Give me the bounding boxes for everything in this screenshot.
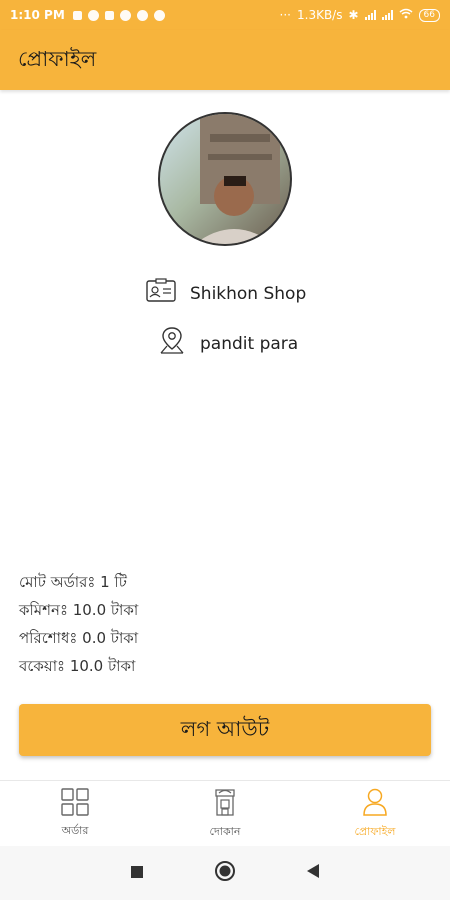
app-bar: প্রোফাইল	[0, 30, 450, 90]
bluetooth-icon: ✱	[348, 8, 359, 22]
shop-name-row: Shikhon Shop	[146, 278, 306, 309]
id-card-icon	[146, 278, 176, 309]
circle-icon	[153, 9, 165, 21]
nav-tab-orders[interactable]: অর্ডার	[0, 781, 150, 847]
nav-tab-profile[interactable]: প্রোফাইল	[300, 781, 450, 847]
due-amount: বকেয়াঃ 10.0 টাকা	[19, 657, 136, 675]
address-text: pandit para	[200, 333, 299, 354]
store-icon	[213, 787, 237, 820]
commission: কমিশনঃ 10.0 টাকা	[19, 601, 139, 619]
status-right: ··· 1.3KB/s ✱ 66	[280, 8, 440, 22]
status-bar: 1:10 PM ··· 1.3KB/s ✱ 66	[0, 0, 450, 30]
person-icon	[362, 787, 388, 820]
nav-label-orders: অর্ডার	[61, 823, 89, 837]
more-icon: ···	[279, 8, 291, 22]
battery-icon: 66	[418, 8, 440, 22]
signal-icon	[364, 10, 376, 20]
recent-apps-button[interactable]	[130, 864, 144, 883]
order-stats: মোট অর্ডারঃ 1 টি কমিশনঃ 10.0 টাকা পরিশোধ…	[19, 568, 138, 680]
signal-icon	[381, 10, 393, 20]
page-title: প্রোফাইল	[18, 46, 97, 71]
nav-label-profile: প্রোফাইল	[354, 824, 396, 838]
app-icon	[104, 10, 114, 20]
notification-icons	[72, 9, 165, 21]
nav-tab-shop[interactable]: দোকান	[150, 781, 300, 847]
shop-name: Shikhon Shop	[190, 283, 307, 304]
address-row: pandit para	[158, 326, 298, 361]
app-icon	[119, 9, 131, 21]
status-time: 1:10 PM	[10, 8, 65, 22]
bottom-nav: অর্ডার দোকান প্রোফাইল	[0, 780, 450, 847]
grid-icon	[61, 787, 89, 819]
logout-button[interactable]: লগ আউট	[19, 704, 431, 756]
system-nav-bar	[0, 846, 450, 900]
home-button[interactable]	[214, 860, 236, 886]
paid-amount: পরিশোধঃ 0.0 টাকা	[19, 629, 139, 647]
app-icon	[136, 9, 148, 21]
facebook-icon	[87, 9, 99, 21]
location-pin-icon	[158, 326, 186, 361]
total-orders: মোট অর্ডারঃ 1 টি	[19, 573, 127, 591]
network-speed: 1.3KB/s	[297, 8, 343, 22]
avatar	[158, 112, 292, 246]
message-icon	[72, 10, 82, 20]
back-button[interactable]	[306, 863, 320, 883]
nav-label-shop: দোকান	[209, 824, 241, 838]
wifi-icon	[399, 8, 413, 22]
